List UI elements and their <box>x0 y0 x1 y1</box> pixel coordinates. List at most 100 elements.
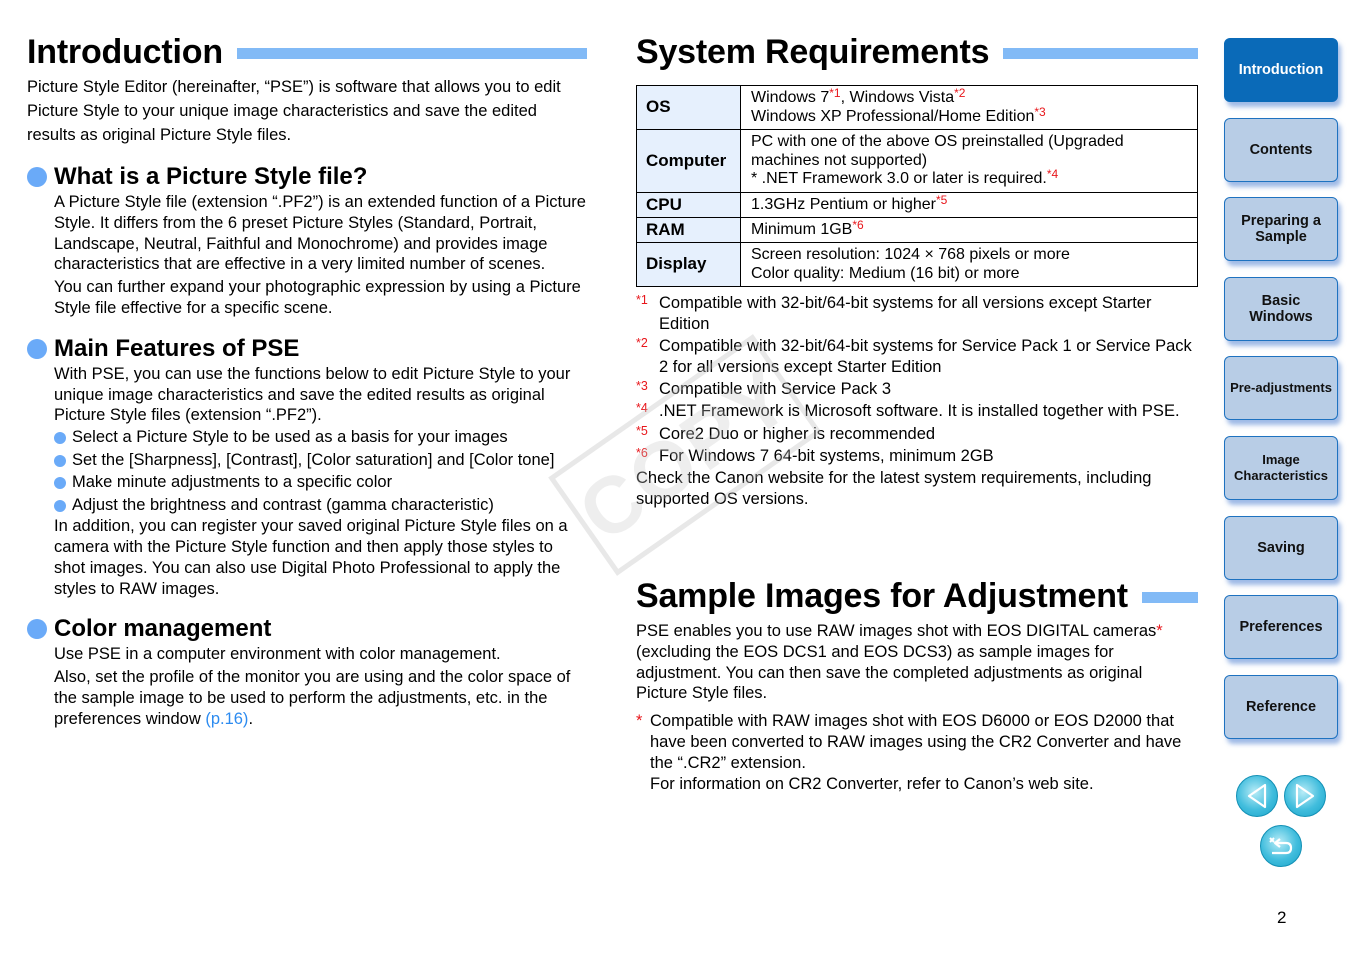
footnote-mark: *1 <box>636 293 648 307</box>
nav-label: Image Characteristics <box>1234 451 1328 483</box>
bullet-dot-icon <box>27 619 47 640</box>
value-text: Windows 7 <box>751 89 830 106</box>
section-heading-row: Main Features of PSE <box>27 334 587 364</box>
paragraph-end: . <box>248 709 254 728</box>
nav-introduction[interactable]: Introduction <box>1224 38 1338 102</box>
paragraph: Also, set the profile of the monitor you… <box>54 667 587 729</box>
row-value: Screen resolution: 1024 × 768 pixels or … <box>740 242 1198 287</box>
value-text: , Windows Vista <box>840 89 955 106</box>
value-text: Minimum 1GB <box>751 220 853 238</box>
footnote: *5 Core2 Duo or higher is recommended <box>636 424 1198 445</box>
sample-images-title: Sample Images for Adjustment <box>636 577 1128 615</box>
nav-preparing-a-sample[interactable]: Preparing a Sample <box>1224 197 1338 262</box>
section-heading-picture-style-file: What is a Picture Style file? <box>54 163 368 190</box>
bullet-dot-icon <box>27 338 47 359</box>
main-features-body: With PSE, you can use the functions belo… <box>27 364 587 600</box>
introduction-heading-row: Introduction <box>27 30 587 74</box>
system-requirements-title: System Requirements <box>636 33 990 71</box>
value-text: Windows XP Professional/Home Edition <box>751 107 1035 125</box>
introduction-text: Picture Style Editor (hereinafter, “PSE”… <box>27 78 561 144</box>
introduction-column: Introduction Picture Style Editor (herei… <box>27 30 587 730</box>
footnote-text: For information on CR2 Converter, refer … <box>650 774 1094 793</box>
paragraph: Use PSE in a computer environment with c… <box>54 645 501 664</box>
side-navigation: Introduction Contents Preparing a Sample… <box>1224 38 1338 754</box>
table-row: Computer PC with one of the above OS pre… <box>636 129 1198 193</box>
footnote-mark: *2 <box>954 86 966 100</box>
footnote-mark: *4 <box>1046 167 1059 182</box>
introduction-title: Introduction <box>27 33 223 71</box>
triangle-left-icon <box>1247 783 1267 809</box>
section-heading-color-management: Color management <box>54 615 272 643</box>
sample-images-heading-row: Sample Images for Adjustment <box>636 574 1198 618</box>
paragraph: A Picture Style file (extension “.PF2”) … <box>54 193 586 274</box>
system-requirements-column: System Requirements OS Windows 7*1, Wind… <box>636 30 1198 510</box>
nav-contents[interactable]: Contents <box>1224 117 1338 182</box>
section-heading-row: What is a Picture Style file? <box>27 162 587 192</box>
requirements-table: OS Windows 7*1, Windows Vista*2 Windows … <box>636 85 1198 287</box>
feature-list: Select a Picture Style to be used as a b… <box>54 426 587 516</box>
section-heading-main-features: Main Features of PSE <box>54 334 300 362</box>
row-key: OS <box>636 85 741 130</box>
feature-list-item: Adjust the brightness and contrast (gamm… <box>54 494 587 517</box>
feature-list-item: Select a Picture Style to be used as a b… <box>54 426 587 449</box>
nav-preferences[interactable]: Preferences <box>1224 595 1338 660</box>
footnote-mark: *3 <box>1034 104 1046 119</box>
nav-basic-windows[interactable]: Basic Windows <box>1224 276 1338 341</box>
nav-label: Basic Windows <box>1249 292 1313 325</box>
row-key: Display <box>636 242 741 287</box>
sample-images-section: Sample Images for Adjustment PSE enables… <box>636 574 1198 794</box>
footnote-mark: *2 <box>636 336 648 351</box>
previous-page-button[interactable] <box>1236 775 1278 817</box>
picture-style-file-body: A Picture Style file (extension “.PF2”) … <box>27 192 587 319</box>
footnote-text: Compatible with Service Pack 3 <box>659 380 892 399</box>
row-key: CPU <box>636 192 741 218</box>
nav-saving[interactable]: Saving <box>1224 515 1338 580</box>
footnote-mark: * <box>636 712 643 731</box>
footnote: *6 For Windows 7 64-bit systems, minimum … <box>636 446 1198 467</box>
footnote-mark: *5 <box>935 192 948 207</box>
paragraph-text: Also, set the profile of the monitor you… <box>54 668 571 728</box>
footnote-text: Compatible with 32-bit/64-bit systems fo… <box>659 337 1192 376</box>
footnote-text: Compatible with 32-bit/64-bit systems fo… <box>659 294 1152 333</box>
feature-list-item: Set the [Sharpness], [Contrast], [Color … <box>54 449 587 472</box>
footnote-mark: *6 <box>636 446 648 461</box>
system-requirements-heading-row: System Requirements <box>636 30 1198 74</box>
footnote-mark: *4 <box>636 401 648 416</box>
footnote-mark: *1 <box>829 86 841 100</box>
footnotes: *1 Compatible with 32-bit/64-bit systems … <box>636 293 1198 510</box>
value-text: * .NET Framework 3.0 or later is require… <box>751 170 1047 188</box>
footnote-text: Core2 Duo or higher is recommended <box>659 424 936 443</box>
paragraph: You can further expand your photographic… <box>54 278 581 317</box>
paragraph: In addition, you can register your saved… <box>54 517 568 598</box>
nav-reference[interactable]: Reference <box>1224 674 1338 739</box>
footnote-mark: * <box>1156 622 1163 640</box>
nav-label: Preparing a Sample <box>1241 213 1321 246</box>
page-link-p16[interactable]: (p.16) <box>205 710 248 728</box>
value-text: PC with one of the above OS preinstalled… <box>751 133 1124 169</box>
paragraph: With PSE, you can use the functions belo… <box>54 364 571 425</box>
row-key: Computer <box>636 129 741 193</box>
table-row: Display Screen resolution: 1024 × 768 pi… <box>636 242 1198 287</box>
table-row: OS Windows 7*1, Windows Vista*2 Windows … <box>636 85 1198 130</box>
row-value: PC with one of the above OS preinstalled… <box>740 129 1198 193</box>
footnote: *2 Compatible with 32-bit/64-bit systems … <box>636 336 1198 378</box>
footnote-mark: *5 <box>636 423 648 438</box>
heading-accent-bar <box>1141 591 1198 603</box>
footnote: *4 .NET Framework is Microsoft software. … <box>636 401 1198 422</box>
check-website-note: Check the Canon website for the latest s… <box>636 469 1152 509</box>
value-text: 1.3GHz Pentium or higher <box>751 195 936 213</box>
row-value: Windows 7*1, Windows Vista*2 Windows XP … <box>740 85 1198 130</box>
footnote-mark: *6 <box>852 217 864 232</box>
nav-pre-adjustments[interactable]: Pre-adjustments <box>1224 356 1338 421</box>
nav-image-characteristics[interactable]: Image Characteristics <box>1224 435 1338 500</box>
heading-accent-bar <box>1003 47 1198 59</box>
return-button[interactable] <box>1260 825 1302 867</box>
triangle-right-icon <box>1295 783 1315 809</box>
row-value: Minimum 1GB*6 <box>740 217 1198 243</box>
heading-accent-bar <box>236 47 587 59</box>
feature-list-item: Make minute adjustments to a specific co… <box>54 471 587 494</box>
next-page-button[interactable] <box>1284 775 1326 817</box>
body-text: PSE enables you to use RAW images shot w… <box>636 622 1157 640</box>
footnote-text: For Windows 7 64-bit systems, minimum 2G… <box>659 447 994 466</box>
row-key: RAM <box>636 217 741 243</box>
